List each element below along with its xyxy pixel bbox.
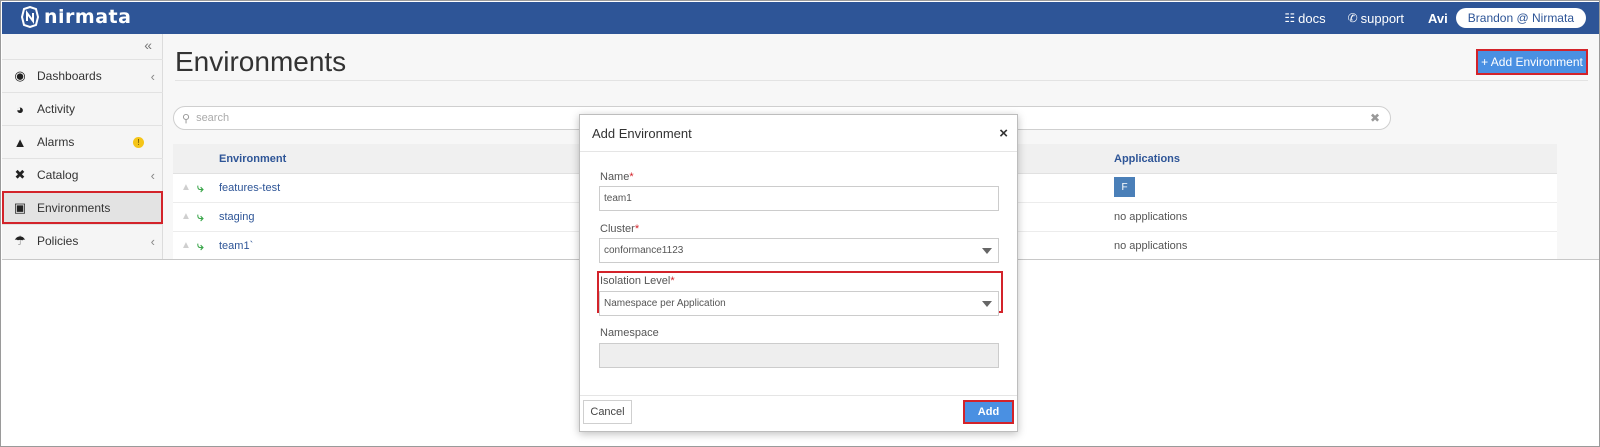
sidebar-item-label: Environments <box>37 201 111 215</box>
bell-icon[interactable]: ▲ <box>181 240 191 251</box>
add-environment-button[interactable]: + Add Environment <box>1476 49 1588 75</box>
environments-icon: ▣ <box>13 200 27 215</box>
sidebar: « ◉ Dashboards ‹ ◕ Activity ▲ Alarms ! ✖… <box>2 34 163 259</box>
screenshot-frame: nirmata ☷ docs ✆ support Avi Brandon @ N… <box>0 0 1600 447</box>
environment-link[interactable]: features-test <box>219 182 280 194</box>
applications-cell: no applications <box>1114 240 1188 252</box>
close-icon[interactable]: × <box>999 125 1008 142</box>
user-initials[interactable]: Avi <box>1428 11 1448 26</box>
support-label: support <box>1360 10 1405 26</box>
column-header-applications[interactable]: Applications <box>1114 153 1180 165</box>
sidebar-item-catalog[interactable]: ✖ Catalog ‹ <box>2 158 163 191</box>
application-tile[interactable]: F <box>1114 177 1135 197</box>
namespace-label: Namespace <box>600 327 659 339</box>
sidebar-item-label: Policies <box>37 234 79 248</box>
sidebar-item-alarms[interactable]: ▲ Alarms ! <box>2 125 163 158</box>
account-menu[interactable]: Brandon @ Nirmata <box>1455 8 1586 28</box>
sidebar-item-activity[interactable]: ◕ Activity <box>2 92 163 125</box>
top-navbar: nirmata ☷ docs ✆ support Avi Brandon @ N… <box>2 2 1599 34</box>
add-button[interactable]: Add <box>963 400 1014 424</box>
plug-icon: ⤷ <box>197 181 204 195</box>
sidebar-item-dashboards[interactable]: ◉ Dashboards ‹ <box>2 59 163 92</box>
dropdown-caret-icon <box>982 248 992 254</box>
environment-link[interactable]: staging <box>219 211 254 223</box>
umbrella-icon: ☂ <box>14 233 26 248</box>
dropdown-caret-icon <box>982 301 992 307</box>
dialog-header: Add Environment × <box>580 115 1017 152</box>
plug-icon: ⤷ <box>197 239 204 253</box>
search-icon: ⚲ <box>182 112 191 125</box>
nirmata-logo[interactable]: nirmata <box>20 6 131 28</box>
sidebar-item-environments[interactable]: ▣ Environments <box>2 191 163 224</box>
bell-icon: ▲ <box>13 134 27 150</box>
isolation-level-value: Namespace per Application <box>604 298 726 309</box>
name-value: team1 <box>604 193 632 204</box>
dialog-footer: Cancel Add <box>580 395 1017 431</box>
docs-link[interactable]: ☷ docs <box>1284 11 1325 26</box>
sidebar-item-label: Dashboards <box>37 69 102 83</box>
required-mark: * <box>634 223 640 235</box>
chevron-left-icon: ‹ <box>150 233 155 249</box>
required-mark: * <box>629 171 634 183</box>
cluster-label-text: Cluster <box>600 223 635 235</box>
dashboard-icon: ◉ <box>14 68 26 83</box>
phone-icon: ✆ <box>1347 11 1358 25</box>
isolation-label-text: Isolation Level <box>600 275 671 287</box>
alarm-count-badge: ! <box>133 136 144 148</box>
column-header-environment[interactable]: Environment <box>219 153 286 165</box>
support-link[interactable]: ✆ support <box>1348 11 1404 26</box>
docs-label: docs <box>1298 10 1326 26</box>
plug-icon: ⤷ <box>197 210 204 224</box>
cluster-select[interactable]: conformance1123 <box>599 238 999 263</box>
brand-name: nirmata <box>44 6 132 28</box>
dialog-title: Add Environment <box>592 126 692 141</box>
sidebar-item-policies[interactable]: ☂ Policies ‹ <box>2 224 163 257</box>
name-label-text: Name <box>600 171 630 183</box>
collapse-sidebar-icon[interactable]: « <box>144 37 152 53</box>
tools-icon: ✖ <box>14 167 26 182</box>
bell-icon[interactable]: ▲ <box>181 182 191 193</box>
book-icon: ☷ <box>1284 11 1296 25</box>
chevron-left-icon: ‹ <box>150 68 155 84</box>
cluster-label: Cluster* <box>600 223 639 235</box>
name-label: Name* <box>600 171 634 183</box>
cancel-button[interactable]: Cancel <box>583 400 632 424</box>
add-environment-dialog: Add Environment × Name* team1 Cluster* c… <box>579 114 1018 432</box>
sidebar-item-label: Alarms <box>37 135 75 149</box>
namespace-field <box>599 343 999 368</box>
chevron-left-icon: ‹ <box>150 167 155 183</box>
isolation-level-select[interactable]: Namespace per Application <box>599 291 999 316</box>
title-divider <box>175 80 1588 81</box>
sidebar-item-label: Catalog <box>37 168 79 182</box>
environment-link[interactable]: team1` <box>219 240 253 252</box>
clear-search-icon[interactable]: ✖ <box>1370 111 1380 125</box>
sidebar-item-label: Activity <box>37 102 76 116</box>
nirmata-logo-icon <box>20 6 40 28</box>
name-field[interactable]: team1 <box>599 186 999 211</box>
activity-icon: ◕ <box>16 101 24 117</box>
required-mark: * <box>670 275 675 287</box>
isolation-level-label: Isolation Level* <box>600 275 675 287</box>
page-title: Environments <box>175 46 347 77</box>
applications-cell: no applications <box>1114 211 1188 223</box>
bell-icon[interactable]: ▲ <box>181 211 191 222</box>
cluster-value: conformance1123 <box>604 245 684 256</box>
search-placeholder: search <box>196 112 230 124</box>
